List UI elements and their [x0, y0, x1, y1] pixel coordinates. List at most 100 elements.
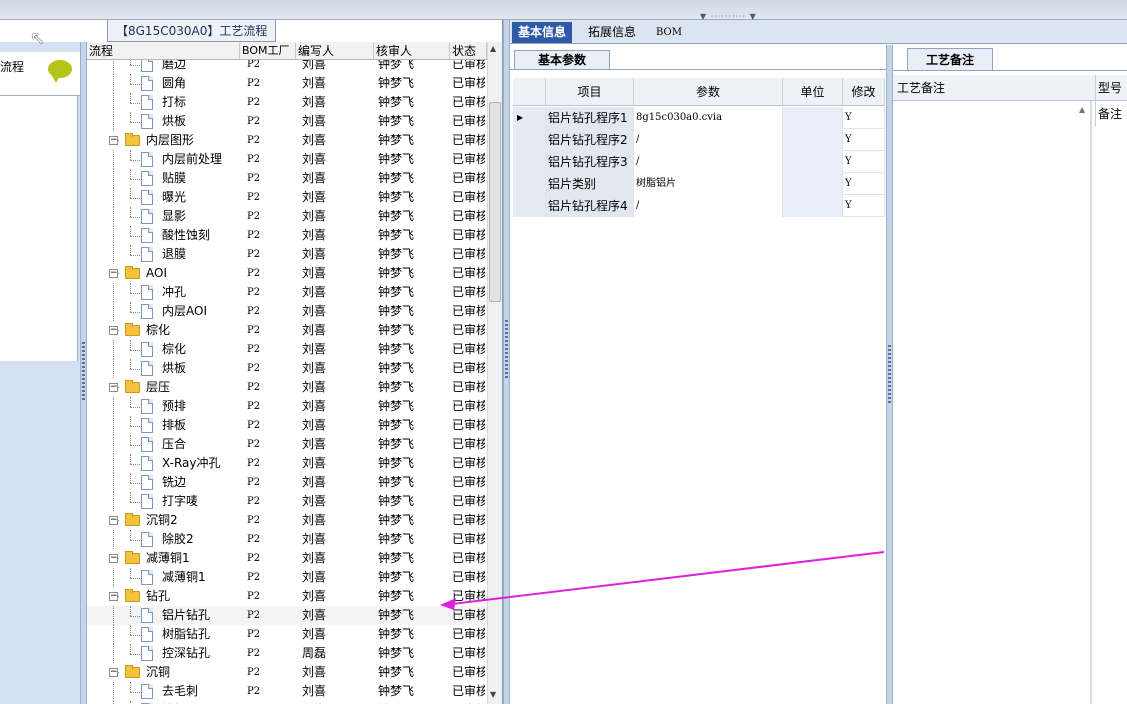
param-row[interactable]: 铝片钻孔程序2/ Y	[513, 129, 885, 151]
param-row[interactable]: 铝片钻孔程序3/ Y	[513, 151, 885, 173]
tree-step-row[interactable]: 压合 P2 刘喜 钟梦飞 已审核	[87, 435, 487, 454]
param-cell[interactable]: /	[634, 151, 783, 173]
item-cell[interactable]: 铝片钻孔程序2	[546, 129, 634, 151]
process-tree-title-tab[interactable]: 【8G15C030A0】工艺流程	[107, 20, 277, 42]
tree-step-row[interactable]: 圆角 P2 刘喜 钟梦飞 已审核	[87, 74, 487, 93]
center-splitter[interactable]	[503, 20, 510, 704]
modify-cell[interactable]: Y	[843, 107, 885, 129]
unit-cell[interactable]	[783, 195, 843, 217]
tree-folder-row[interactable]: − AOI P2 刘喜 钟梦飞 已审核	[87, 264, 487, 283]
modify-cell[interactable]: Y	[843, 129, 885, 151]
column-header-modify[interactable]: 修改	[843, 78, 885, 106]
unit-cell[interactable]	[783, 129, 843, 151]
param-row[interactable]: 铝片类别 树脂铝片 Y	[513, 173, 885, 195]
tree-folder-row[interactable]: − 层压 P2 刘喜 钟梦飞 已审核	[87, 378, 487, 397]
column-header-item[interactable]: 项目	[546, 78, 634, 106]
tree-scroll-thumb[interactable]	[489, 102, 501, 302]
tree-collapse-icon[interactable]: −	[109, 136, 118, 145]
tree-step-row[interactable]: 内层前处理 P2 刘喜 钟梦飞 已审核	[87, 150, 487, 169]
column-header-unit[interactable]: 单位	[783, 78, 843, 106]
column-header-process-remarks[interactable]: 工艺备注	[897, 75, 945, 101]
tree-step-row[interactable]: 显影 P2 刘喜 钟梦飞 已审核	[87, 207, 487, 226]
remarks-scroll-up-icon[interactable]: ▲	[1079, 105, 1085, 114]
column-header-bom-factory[interactable]: BOM工厂	[240, 43, 296, 59]
tree-collapse-icon[interactable]: −	[109, 326, 118, 335]
tree-step-row[interactable]: 打标 P2 刘喜 钟梦飞 已审核	[87, 93, 487, 112]
param-row[interactable]: 铝片钻孔程序4/ Y	[513, 195, 885, 217]
modify-cell[interactable]: Y	[843, 173, 885, 195]
tree-step-row[interactable]: 冲孔 P2 刘喜 钟梦飞 已审核	[87, 283, 487, 302]
tree-step-row[interactable]: 铝片钻孔 P2 刘喜 钟梦飞 已审核	[87, 606, 487, 625]
unit-cell[interactable]	[783, 107, 843, 129]
tree-step-row[interactable]: 预排 P2 刘喜 钟梦飞 已审核	[87, 397, 487, 416]
document-icon	[141, 532, 153, 547]
param-cell[interactable]: 树脂铝片	[634, 173, 783, 195]
tree-collapse-icon[interactable]: −	[109, 554, 118, 563]
item-cell[interactable]: 铝片钻孔程序3	[546, 151, 634, 173]
tree-step-row[interactable]: 内层AOI P2 刘喜 钟梦飞 已审核	[87, 302, 487, 321]
tree-step-row[interactable]: 棕化 P2 刘喜 钟梦飞 已审核	[87, 340, 487, 359]
param-cell[interactable]: /	[634, 195, 783, 217]
tree-step-row[interactable]: 烘板 P2 刘喜 钟梦飞 已审核	[87, 112, 487, 131]
tree-collapse-icon[interactable]: −	[109, 668, 118, 677]
tab-process-remarks[interactable]: 工艺备注	[907, 48, 993, 70]
tab-extended-info[interactable]: 拓展信息	[582, 22, 642, 43]
scroll-down-icon[interactable]: ▼	[490, 690, 496, 699]
tree-step-row[interactable]: 除胶2 P2 刘喜 钟梦飞 已审核	[87, 530, 487, 549]
param-cell[interactable]: 8g15c030a0.cvia	[634, 107, 783, 129]
tree-step-row[interactable]: 打字唛 P2 刘喜 钟梦飞 已审核	[87, 492, 487, 511]
scroll-up-icon[interactable]: ▲	[490, 44, 496, 53]
param-row[interactable]: ▶ 铝片钻孔程序1 8g15c030a0.cvia Y	[513, 107, 885, 129]
right-splitter[interactable]	[886, 45, 893, 704]
tree-step-row[interactable]: 去毛刺 P2 刘喜 钟梦飞 已审核	[87, 682, 487, 701]
column-header-writer[interactable]: 编写人	[296, 43, 374, 59]
left-splitter[interactable]	[80, 42, 87, 704]
column-header-param[interactable]: 参数	[634, 78, 783, 106]
tree-step-row[interactable]: 排板 P2 刘喜 钟梦飞 已审核	[87, 416, 487, 435]
folder-icon	[125, 665, 140, 678]
unit-cell[interactable]	[783, 173, 843, 195]
modify-cell[interactable]: Y	[843, 151, 885, 173]
writer-cell: 刘喜	[302, 437, 327, 451]
column-header-state[interactable]: 状态	[450, 43, 487, 59]
tree-step-row[interactable]: 树脂钻孔 P2 刘喜 钟梦飞 已审核	[87, 625, 487, 644]
subtab-basic-params[interactable]: 基本参数	[514, 50, 610, 70]
column-header-model-remarks[interactable]: 型号备注	[1095, 75, 1127, 127]
tree-vertical-scrollbar[interactable]: ▲ ▼	[487, 42, 502, 704]
tree-step-row[interactable]: 酸性蚀刻 P2 刘喜 钟梦飞 已审核	[87, 226, 487, 245]
tree-folder-row[interactable]: − 内层图形 P2 刘喜 钟梦飞 已审核	[87, 131, 487, 150]
tree-step-row[interactable]: 铣边 P2 刘喜 钟梦飞 已审核	[87, 473, 487, 492]
tree-collapse-icon[interactable]: −	[109, 516, 118, 525]
tab-basic-info[interactable]: 基本信息	[512, 22, 573, 43]
tree-folder-row[interactable]: − 沉铜 P2 刘喜 钟梦飞 已审核	[87, 663, 487, 682]
tab-bom[interactable]: BOM	[650, 22, 688, 43]
tree-step-row[interactable]: 控深钻孔 P2 周磊 钟梦飞 已审核	[87, 644, 487, 663]
tree-step-row[interactable]: X-Ray冲孔 P2 刘喜 钟梦飞 已审核	[87, 454, 487, 473]
comment-bubble-icon[interactable]	[48, 60, 72, 83]
column-header-flow[interactable]: 流程	[87, 43, 240, 59]
tree-step-row[interactable]: 曝光 P2 刘喜 钟梦飞 已审核	[87, 188, 487, 207]
tree-folder-row[interactable]: − 钻孔 P2 刘喜 钟梦飞 已审核	[87, 587, 487, 606]
item-cell[interactable]: 铝片钻孔程序4	[546, 195, 634, 217]
tree-collapse-icon[interactable]: −	[109, 592, 118, 601]
unit-cell[interactable]	[783, 151, 843, 173]
tree-node-label: 铝片钻孔	[162, 608, 211, 622]
tree-collapse-icon[interactable]: −	[109, 269, 118, 278]
item-cell[interactable]: 铝片钻孔程序1	[546, 107, 634, 129]
tree-folder-row[interactable]: − 减薄铜1 P2 刘喜 钟梦飞 已审核	[87, 549, 487, 568]
tree-collapse-icon[interactable]: −	[109, 383, 118, 392]
item-cell[interactable]: 铝片类别	[546, 173, 634, 195]
tree-folder-row[interactable]: − 棕化 P2 刘喜 钟梦飞 已审核	[87, 321, 487, 340]
tree-step-row[interactable]: 减薄铜1 P2 刘喜 钟梦飞 已审核	[87, 568, 487, 587]
column-header-reviewer[interactable]: 核审人	[374, 43, 450, 59]
tree-step-row[interactable]: 贴膜 P2 刘喜 钟梦飞 已审核	[87, 169, 487, 188]
tree-step-row[interactable]: 磨边 P2 刘喜 钟梦飞 已审核	[87, 60, 487, 74]
tree-folder-row[interactable]: − 沉铜2 P2 刘喜 钟梦飞 已审核	[87, 511, 487, 530]
tree-step-row[interactable]: 烘板 P2 刘喜 钟梦飞 已审核	[87, 359, 487, 378]
document-icon	[141, 95, 153, 110]
tree-step-row[interactable]: 退膜 P2 刘喜 钟梦飞 已审核	[87, 245, 487, 264]
bom-factory-cell: P2	[247, 268, 261, 279]
param-cell[interactable]: /	[634, 129, 783, 151]
modify-cell[interactable]: Y	[843, 195, 885, 217]
writer-cell: 刘喜	[302, 361, 327, 375]
